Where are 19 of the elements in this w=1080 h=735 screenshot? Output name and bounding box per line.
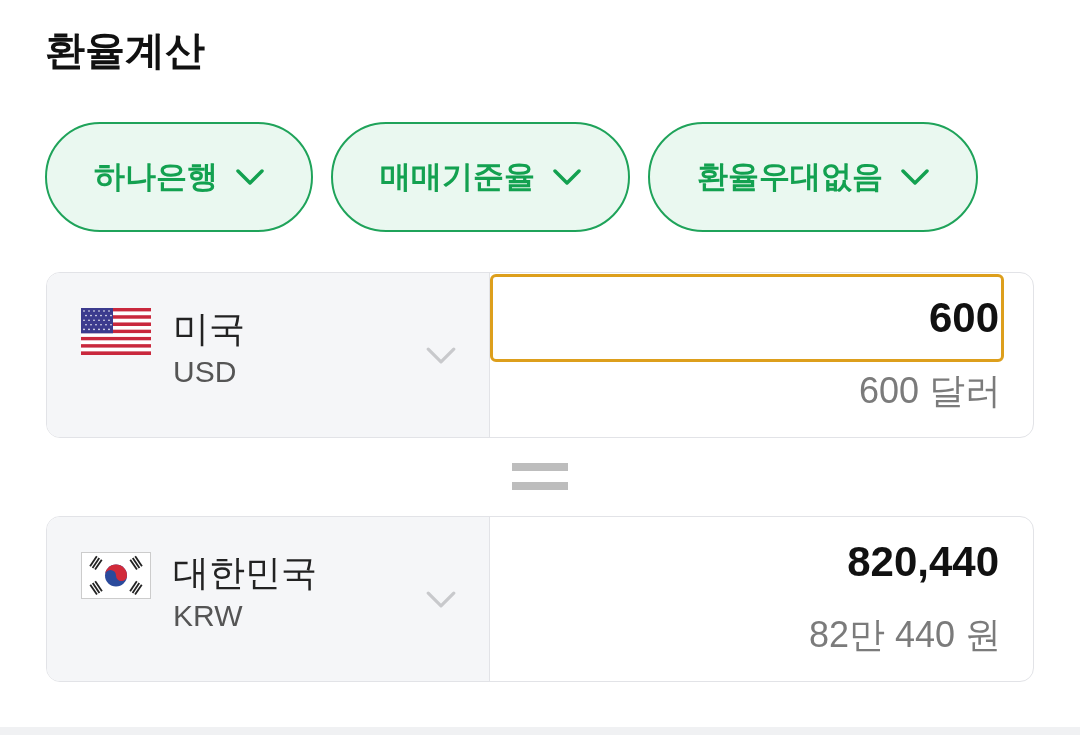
amount-in-words: 600 달러 xyxy=(858,369,1002,413)
country-name: 미국 xyxy=(173,307,245,351)
chevron-down-icon xyxy=(553,169,581,185)
chevron-down-icon xyxy=(901,169,929,185)
currency-selector[interactable]: 대한민국 KRW xyxy=(47,517,490,681)
currency-code: KRW xyxy=(173,598,244,634)
equals-icon xyxy=(512,463,568,490)
amount-input[interactable]: 600 xyxy=(490,274,1004,362)
country-name: 대한민국 xyxy=(173,551,317,595)
amount-input[interactable]: 820,440 xyxy=(490,518,1004,606)
currency-selector[interactable]: 미국 USD xyxy=(47,273,490,437)
chevron-down-icon xyxy=(426,347,456,364)
flag-icon xyxy=(81,308,151,355)
chevron-down-icon xyxy=(236,169,264,185)
flag-icon xyxy=(81,552,151,599)
page-title: 환율계산 xyxy=(45,27,205,74)
currency-code: USD xyxy=(173,354,238,390)
chevron-down-icon xyxy=(426,591,456,608)
amount-in-words: 82만 440 원 xyxy=(808,613,1002,657)
